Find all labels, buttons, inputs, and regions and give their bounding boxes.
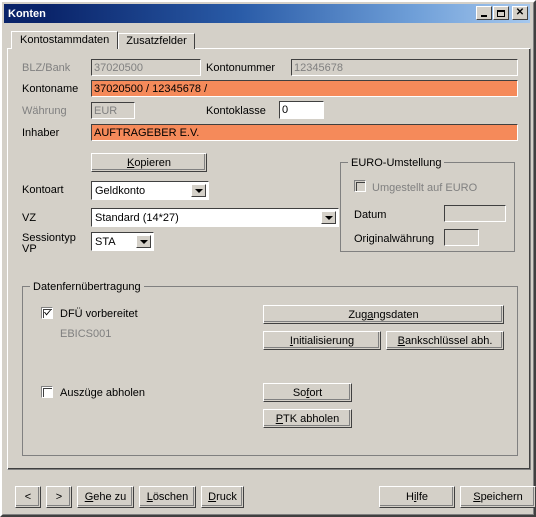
minimize-button[interactable]: [476, 6, 492, 20]
waehrung-label: Währung: [22, 105, 67, 117]
euro-group-title: EURO-Umstellung: [348, 157, 445, 169]
next-record-label: >: [55, 491, 63, 503]
loeschen-label: Löschen: [146, 491, 189, 503]
kontoart-label: Kontoart: [22, 184, 64, 196]
blz-field: 37020500: [91, 59, 201, 76]
title-bar[interactable]: Konten ✕: [4, 4, 530, 23]
kontoart-combobox[interactable]: Geldkonto: [91, 181, 209, 200]
tab-zusatzfelder-label: Zusatzfelder: [126, 35, 187, 47]
blz-label: BLZ/Bank: [22, 62, 71, 74]
kontoklasse-label: Kontoklasse: [206, 105, 266, 117]
originalwaehrung-field: [444, 229, 479, 246]
previous-record-button[interactable]: <: [15, 486, 41, 508]
euro-umstellung-group: EURO-Umstellung Umgestellt auf EURO Datu…: [340, 157, 515, 252]
kopieren-button[interactable]: Kopieren: [91, 153, 207, 172]
minimize-icon: [477, 7, 491, 19]
tab-strip: Kontostammdaten Zusatzfelder: [11, 31, 195, 49]
sessiontyp-combobox[interactable]: STA: [91, 232, 154, 251]
speichern-label: Speichern: [473, 491, 523, 503]
close-button[interactable]: ✕: [512, 6, 528, 20]
ausziige-abholen-checkbox[interactable]: [41, 386, 53, 398]
umgestellt-auf-euro-checkbox: [354, 180, 366, 192]
previous-record-label: <: [24, 491, 32, 503]
ausziige-abholen-label: Auszüge abholen: [60, 387, 146, 399]
tab-panel: BLZ/Bank 37020500 Kontonummer 12345678 K…: [7, 48, 531, 470]
konten-window: Konten ✕ Kontostammdaten Zusatzfelder BL…: [0, 0, 536, 517]
maximize-icon: [494, 7, 508, 19]
originalwaehrung-label: Originalwährung: [354, 233, 435, 245]
sessiontyp-value: STA: [95, 235, 116, 248]
dfue-group-title: Datenfernübertragung: [30, 281, 144, 293]
inhaber-label: Inhaber: [22, 127, 60, 139]
dfue-vorbereitet-checkbox[interactable]: [41, 307, 53, 319]
chevron-down-icon[interactable]: [321, 211, 336, 224]
initialisierung-button[interactable]: Initialisierung: [263, 331, 381, 350]
datum-label: Datum: [354, 209, 387, 221]
gehe-zu-label: Gehe zu: [84, 491, 127, 503]
kontonummer-label: Kontonummer: [206, 62, 276, 74]
checkmark-icon: [44, 310, 51, 316]
inhaber-field[interactable]: AUFTRAGEBER E.V.: [91, 124, 518, 141]
sessiontyp-label-line2: VP: [22, 243, 37, 255]
datum-field: [444, 205, 506, 222]
zugangsdaten-button-label: Zugangsdaten: [348, 308, 419, 321]
umgestellt-auf-euro-label: Umgestellt auf EURO: [372, 182, 478, 194]
tab-zusatzfelder[interactable]: Zusatzfelder: [118, 33, 195, 49]
kopieren-button-label: Kopieren: [126, 156, 172, 169]
kontoname-field[interactable]: 37020500 / 12345678 /: [91, 80, 518, 97]
vz-label: VZ: [22, 212, 37, 224]
ebics-text: EBICS001: [60, 328, 112, 340]
loeschen-button[interactable]: Löschen: [139, 486, 196, 508]
sofort-button[interactable]: Sofort: [263, 383, 352, 402]
ptk-abholen-button-label: PTK abholen: [275, 412, 340, 425]
hilfe-button[interactable]: Hilfe: [379, 486, 455, 508]
next-record-button[interactable]: >: [46, 486, 72, 508]
maximize-button[interactable]: [493, 6, 509, 20]
kontonummer-field: 12345678: [291, 59, 518, 76]
dfue-vorbereitet-label: DFÜ vorbereitet: [60, 308, 138, 320]
sofort-button-label: Sofort: [292, 386, 323, 399]
hilfe-label: Hilfe: [405, 491, 429, 503]
ptk-abholen-button[interactable]: PTK abholen: [263, 409, 352, 428]
close-icon: ✕: [515, 7, 525, 18]
kontoart-value: Geldkonto: [95, 184, 146, 197]
bottom-button-bar: < > Gehe zu Löschen Druck Hilfe Speicher…: [7, 474, 536, 512]
chevron-down-icon[interactable]: [136, 235, 151, 248]
waehrung-field: EUR: [91, 102, 135, 119]
initialisierung-button-label: Initialisierung: [289, 334, 355, 347]
chevron-down-icon[interactable]: [191, 184, 206, 197]
tab-kontostammdaten[interactable]: Kontostammdaten: [11, 31, 119, 49]
datenfernuebertragung-group: Datenfernübertragung DFÜ vorbereitet EBI…: [22, 281, 518, 456]
window-controls: ✕: [475, 6, 528, 20]
speichern-button[interactable]: Speichern: [460, 486, 536, 508]
bankschluessel-abh-button[interactable]: Bankschlüssel abh.: [386, 331, 504, 350]
vz-combobox[interactable]: Standard (14*27): [91, 208, 339, 227]
gehe-zu-button[interactable]: Gehe zu: [77, 486, 134, 508]
zugangsdaten-button[interactable]: Zugangsdaten: [263, 305, 504, 324]
kontoklasse-field[interactable]: 0: [279, 101, 324, 119]
window-title: Konten: [8, 7, 46, 20]
druck-button[interactable]: Druck: [201, 486, 244, 508]
tab-kontostammdaten-label: Kontostammdaten: [20, 34, 110, 46]
bankschluessel-abh-button-label: Bankschlüssel abh.: [397, 334, 493, 347]
kontoname-label: Kontoname: [22, 83, 79, 95]
vz-value: Standard (14*27): [95, 211, 179, 224]
druck-label: Druck: [208, 491, 237, 503]
